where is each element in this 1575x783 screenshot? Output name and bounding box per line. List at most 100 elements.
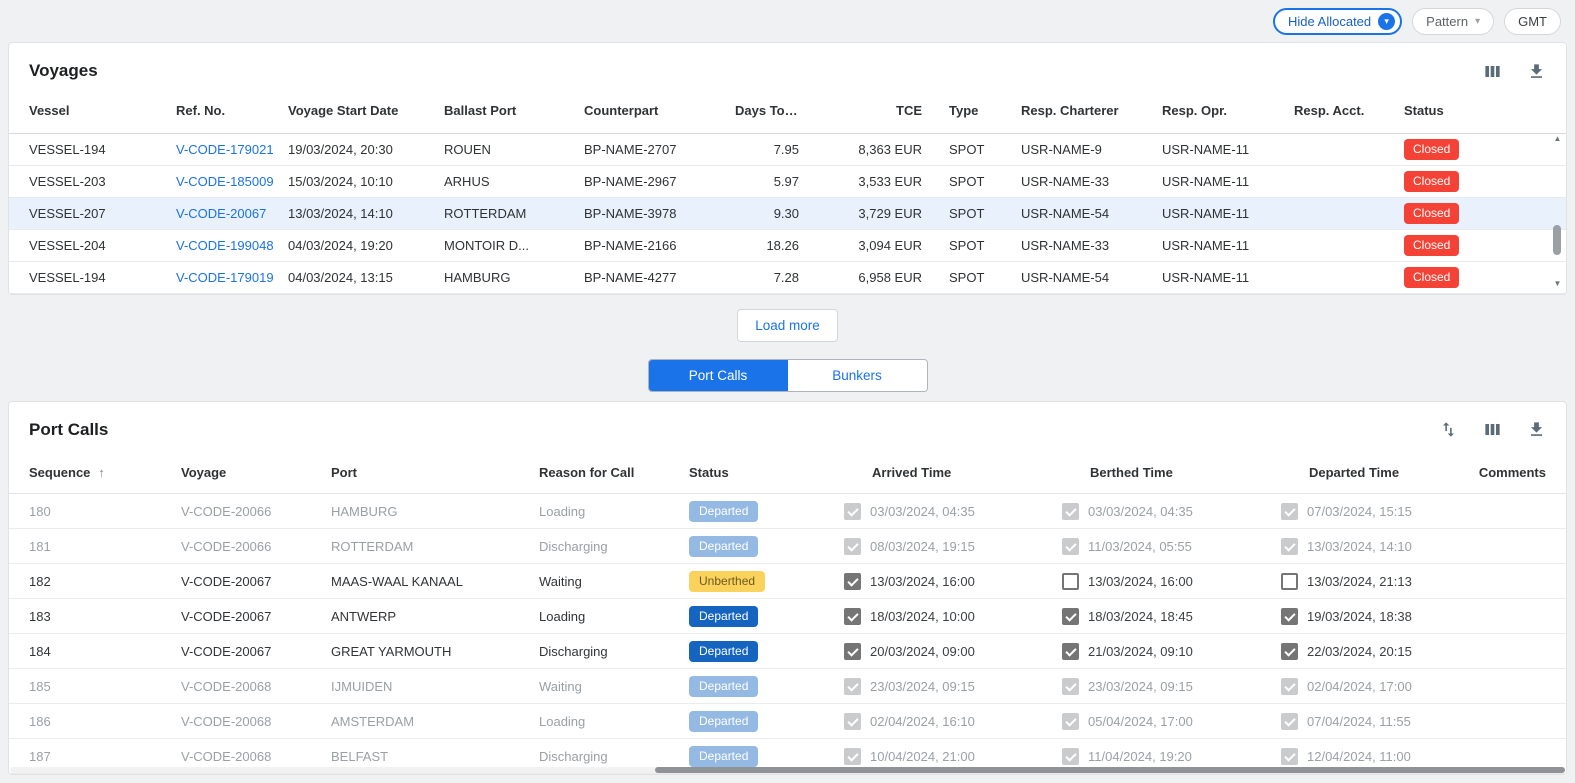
portcall-berthed-time-checkbox[interactable] bbox=[1062, 608, 1079, 625]
columns-icon[interactable] bbox=[1482, 420, 1502, 440]
voyage-row[interactable]: VESSEL-194V-CODE-17901904/03/2024, 13:15… bbox=[9, 261, 1566, 293]
voyage-row[interactable]: VESSEL-204V-CODE-19904804/03/2024, 19:20… bbox=[9, 229, 1566, 261]
portcall-arrived-time-checkbox[interactable] bbox=[844, 573, 861, 590]
voyages-col-ref-no[interactable]: Ref. No. bbox=[176, 89, 288, 133]
load-more-button[interactable]: Load more bbox=[737, 309, 838, 342]
voyage-ref-link[interactable]: V-CODE-179019 bbox=[176, 270, 274, 285]
port-call-row[interactable]: 184V-CODE-20067GREAT YARMOUTHDischarging… bbox=[9, 634, 1566, 669]
portcall-departed-time-checkbox[interactable] bbox=[1281, 713, 1298, 730]
portcall-arrived-time: 10/04/2024, 21:00 bbox=[870, 749, 975, 764]
voyage-resp-opr: USR-NAME-11 bbox=[1162, 197, 1294, 229]
status-badge: Departed bbox=[689, 501, 758, 522]
port-call-row[interactable]: 183V-CODE-20067ANTWERPLoadingDeparted18/… bbox=[9, 599, 1566, 634]
voyages-col-status[interactable]: Status bbox=[1404, 89, 1566, 133]
pattern-button[interactable]: Pattern ▾ bbox=[1412, 8, 1494, 35]
portcall-berthed-time-checkbox[interactable] bbox=[1062, 573, 1079, 590]
portcall-voyage: V-CODE-20068 bbox=[181, 704, 331, 739]
portcall-arrived-time-checkbox[interactable] bbox=[844, 643, 861, 660]
voyage-resp-charterer: USR-NAME-33 bbox=[1021, 229, 1162, 261]
voyage-row[interactable]: VESSEL-207V-CODE-2006713/03/2024, 14:10R… bbox=[9, 197, 1566, 229]
portcall-arrived-time-checkbox[interactable] bbox=[844, 503, 861, 520]
voyages-col-resp-opr[interactable]: Resp. Opr. bbox=[1162, 89, 1294, 133]
portcall-berthed-time-checkbox[interactable] bbox=[1062, 678, 1079, 695]
voyage-row[interactable]: VESSEL-194V-CODE-17902119/03/2024, 20:30… bbox=[9, 133, 1566, 165]
download-icon[interactable] bbox=[1526, 61, 1546, 81]
portcall-departed-time-checkbox[interactable] bbox=[1281, 748, 1298, 765]
status-badge: Closed bbox=[1404, 235, 1459, 256]
portcall-departed-time-cell: 02/04/2024, 17:00 bbox=[1281, 669, 1471, 704]
port-calls-hscrollbar[interactable] bbox=[10, 767, 1565, 773]
portcalls-col-status[interactable]: Status bbox=[689, 452, 844, 494]
portcall-departed-time-checkbox[interactable] bbox=[1281, 538, 1298, 555]
portcall-departed-time-checkbox[interactable] bbox=[1281, 643, 1298, 660]
portcall-arrived-time-checkbox[interactable] bbox=[844, 538, 861, 555]
gmt-button[interactable]: GMT bbox=[1504, 8, 1561, 35]
voyage-row[interactable]: VESSEL-203V-CODE-18500915/03/2024, 10:10… bbox=[9, 165, 1566, 197]
tab-bunkers[interactable]: Bunkers bbox=[788, 360, 927, 391]
portcall-departed-time-checkbox[interactable] bbox=[1281, 608, 1298, 625]
voyages-col-ballast-port[interactable]: Ballast Port bbox=[444, 89, 584, 133]
portcall-berthed-time-cell: 23/03/2024, 09:15 bbox=[1062, 669, 1281, 704]
portcalls-col-arrived-time[interactable]: Arrived Time bbox=[844, 452, 1062, 494]
voyage-counterpart: BP-NAME-2166 bbox=[584, 229, 735, 261]
port-call-row[interactable]: 185V-CODE-20068IJMUIDENWaitingDeparted23… bbox=[9, 669, 1566, 704]
voyages-col-days-total[interactable]: Days Total bbox=[735, 89, 799, 133]
hide-allocated-button[interactable]: Hide Allocated ▾ bbox=[1273, 8, 1402, 35]
portcall-comments bbox=[1471, 669, 1566, 704]
voyages-col-vessel[interactable]: Vessel bbox=[9, 89, 176, 133]
portcall-berthed-time-checkbox[interactable] bbox=[1062, 643, 1079, 660]
portcall-berthed-time-checkbox[interactable] bbox=[1062, 713, 1079, 730]
port-call-row[interactable]: 182V-CODE-20067MAAS-WAAL KANAALWaitingUn… bbox=[9, 564, 1566, 599]
portcalls-col-sequence[interactable]: Sequence↑ bbox=[9, 452, 181, 494]
voyages-scrollbar-thumb[interactable] bbox=[1553, 225, 1561, 255]
sort-icon[interactable] bbox=[1438, 420, 1458, 440]
portcall-arrived-time-checkbox[interactable] bbox=[844, 748, 861, 765]
voyages-col-resp-charterer[interactable]: Resp. Charterer bbox=[1021, 89, 1162, 133]
portcall-berthed-time-checkbox[interactable] bbox=[1062, 538, 1079, 555]
portcall-arrived-time-checkbox[interactable] bbox=[844, 713, 861, 730]
portcall-departed-time: 22/03/2024, 20:15 bbox=[1307, 644, 1412, 659]
voyage-type: SPOT bbox=[922, 261, 1021, 293]
portcall-status-cell: Departed bbox=[689, 599, 844, 634]
voyages-col-start-date[interactable]: Voyage Start Date bbox=[288, 89, 444, 133]
voyages-col-counterpart[interactable]: Counterpart bbox=[584, 89, 735, 133]
portcalls-col-voyage[interactable]: Voyage bbox=[181, 452, 331, 494]
tab-port-calls[interactable]: Port Calls bbox=[649, 360, 788, 391]
portcall-berthed-time-checkbox[interactable] bbox=[1062, 748, 1079, 765]
portcall-departed-time-checkbox[interactable] bbox=[1281, 573, 1298, 590]
port-call-row[interactable]: 180V-CODE-20066HAMBURGLoadingDeparted03/… bbox=[9, 494, 1566, 529]
voyages-scrollbar[interactable]: ▲ ▼ bbox=[1551, 121, 1564, 290]
portcall-departed-time-checkbox[interactable] bbox=[1281, 503, 1298, 520]
voyages-col-tce[interactable]: TCE bbox=[799, 89, 922, 133]
portcall-arrived-time-checkbox[interactable] bbox=[844, 678, 861, 695]
voyage-resp-acct bbox=[1294, 261, 1404, 293]
portcalls-col-departed-time[interactable]: Departed Time bbox=[1281, 452, 1471, 494]
portcall-berthed-time: 03/03/2024, 04:35 bbox=[1088, 504, 1193, 519]
voyages-col-resp-acct[interactable]: Resp. Acct. bbox=[1294, 89, 1404, 133]
portcall-berthed-time: 05/04/2024, 17:00 bbox=[1088, 714, 1193, 729]
portcall-berthed-time: 11/04/2024, 19:20 bbox=[1088, 749, 1192, 764]
portcall-arrived-time-cell: 03/03/2024, 04:35 bbox=[844, 494, 1062, 529]
port-calls-hscrollbar-thumb[interactable] bbox=[655, 767, 1565, 773]
voyages-col-type[interactable]: Type bbox=[922, 89, 1021, 133]
portcalls-col-berthed-time[interactable]: Berthed Time bbox=[1062, 452, 1281, 494]
portcall-voyage: V-CODE-20068 bbox=[181, 669, 331, 704]
scroll-up-icon[interactable]: ▲ bbox=[1551, 135, 1564, 143]
portcall-arrived-time-checkbox[interactable] bbox=[844, 608, 861, 625]
portcall-berthed-time-checkbox[interactable] bbox=[1062, 503, 1079, 520]
voyage-ballast-port: ROUEN bbox=[444, 133, 584, 165]
scroll-down-icon[interactable]: ▼ bbox=[1551, 280, 1564, 288]
voyage-ref-link[interactable]: V-CODE-199048 bbox=[176, 238, 274, 253]
voyage-ref-link[interactable]: V-CODE-185009 bbox=[176, 174, 274, 189]
portcall-reason: Waiting bbox=[539, 564, 689, 599]
port-call-row[interactable]: 181V-CODE-20066ROTTERDAMDischargingDepar… bbox=[9, 529, 1566, 564]
port-call-row[interactable]: 186V-CODE-20068AMSTERDAMLoadingDeparted0… bbox=[9, 704, 1566, 739]
portcalls-col-comments[interactable]: Comments bbox=[1471, 452, 1566, 494]
download-icon[interactable] bbox=[1526, 420, 1546, 440]
voyage-ref-link[interactable]: V-CODE-179021 bbox=[176, 142, 274, 157]
portcalls-col-port[interactable]: Port bbox=[331, 452, 539, 494]
voyage-ref-link[interactable]: V-CODE-20067 bbox=[176, 206, 266, 221]
portcalls-col-reason[interactable]: Reason for Call bbox=[539, 452, 689, 494]
portcall-departed-time-checkbox[interactable] bbox=[1281, 678, 1298, 695]
columns-icon[interactable] bbox=[1482, 61, 1502, 81]
